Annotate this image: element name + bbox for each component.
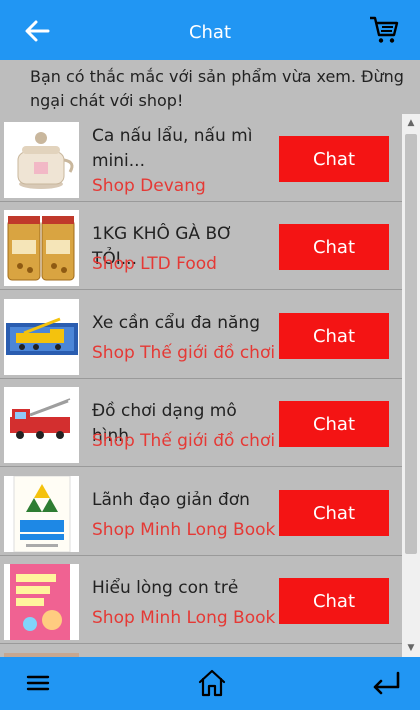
shop-name: Shop LTD Food [92,254,217,274]
notice-message: Bạn có thắc mắc với sản phẩm vừa xem. Đừ… [0,60,420,114]
product-name: Xe cần cẩu đa năng [92,313,260,333]
list-item: 1KG KHÔ GÀ BƠ TỎI... Shop LTD Food Chat [0,202,402,290]
scroll-down-arrow-icon[interactable]: ▼ [402,641,420,655]
list-item [0,645,402,657]
list-item: Hiểu lòng con trẻ Shop Minh Long Book Ch… [0,556,402,644]
product-thumbnail [4,564,79,640]
chat-button[interactable]: Chat [279,224,389,270]
chat-button[interactable]: Chat [279,490,389,536]
product-thumbnail [4,210,79,286]
product-thumbnail [4,387,79,463]
hamburger-menu-icon[interactable] [22,667,54,699]
shop-name: Shop Minh Long Book [92,520,276,540]
shop-name: Shop Devang [92,176,206,196]
list-item: Lãnh đạo giản đơn Shop Minh Long Book Ch… [0,468,402,556]
shop-name: Shop Minh Long Book [92,608,276,628]
shop-name: Shop Thế giới đồ chơi [92,343,276,363]
chat-button[interactable]: Chat [279,136,389,182]
product-thumbnail [4,476,79,552]
list-scrollbar[interactable]: ▲ ▼ [402,114,420,657]
bottom-nav-bar [0,657,420,710]
app-header: Chat [0,0,420,60]
scroll-up-arrow-icon[interactable]: ▲ [402,116,420,130]
scrollbar-thumb[interactable] [405,134,417,554]
list-item: Ca nấu lẩu, nấu mì mini... Shop Devang C… [0,114,402,202]
list-item: Đồ chơi dạng mô hình Shop Thế giới đồ ch… [0,379,402,467]
shopping-cart-icon[interactable] [368,14,400,46]
product-name: Hiểu lòng con trẻ [92,578,239,598]
chat-button[interactable]: Chat [279,313,389,359]
chat-button[interactable]: Chat [279,401,389,447]
product-name: Ca nấu lẩu, nấu mì mini... [92,126,253,171]
product-chat-list: Ca nấu lẩu, nấu mì mini... Shop Devang C… [0,114,402,657]
product-name: Lãnh đạo giản đơn [92,490,250,510]
chat-button[interactable]: Chat [279,578,389,624]
product-thumbnail [4,299,79,375]
product-thumbnail [4,122,79,198]
return-arrow-icon[interactable] [370,667,402,699]
shop-name: Shop Thế giới đồ chơi [92,431,276,451]
list-item: Xe cần cẩu đa năng Shop Thế giới đồ chơi… [0,291,402,379]
page-title: Chat [188,22,232,43]
home-icon[interactable] [196,667,228,699]
